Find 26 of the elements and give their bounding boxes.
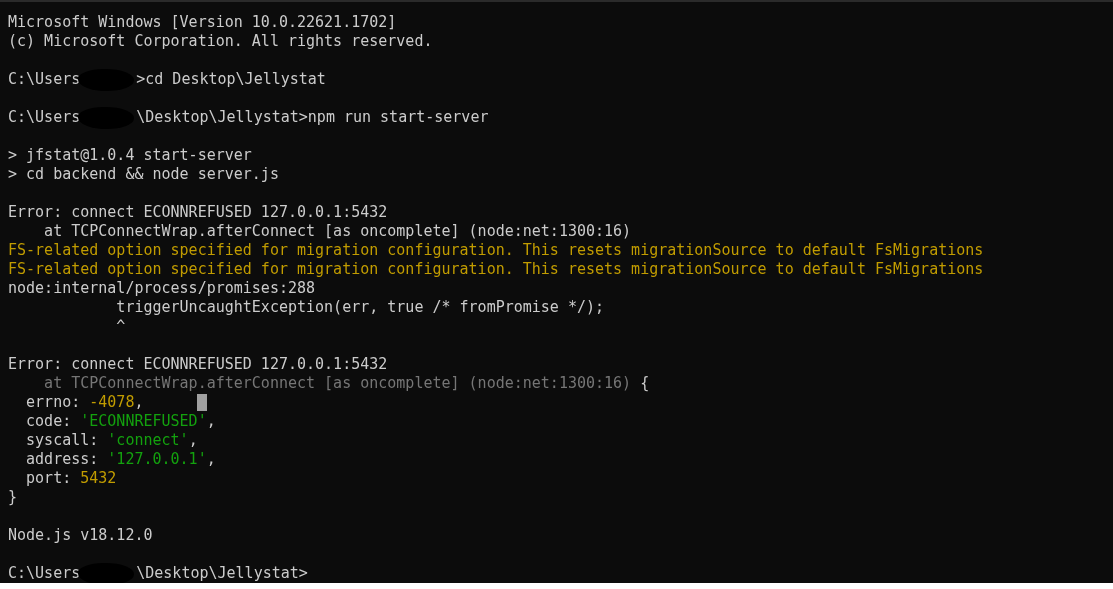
terminal-line: Error: connect ECONNREFUSED 127.0.0.1:5432 xyxy=(8,355,388,374)
terminal-line: port: 5432 xyxy=(25,469,117,488)
terminal-line: Microsoft Windows [Version 10.0.22621.1702] xyxy=(8,13,397,32)
terminal-line: } xyxy=(8,488,18,507)
terminal-text: C:\Users xyxy=(8,108,81,127)
terminal-line: Node.js v18.12.0 xyxy=(8,526,153,545)
terminal-line: errno: -4078, xyxy=(25,393,144,412)
terminal-text: \Desktop\Jellystat>npm run start-server xyxy=(136,108,489,127)
terminal-line: at TCPConnectWrap.afterConnect [as oncomplete] (node:net:1300:16) xyxy=(43,222,632,241)
terminal-line: (c) Microsoft Corporation. All rights reserved. xyxy=(8,32,433,51)
terminal-line: > jfstat@1.0.4 start-server xyxy=(8,146,252,165)
terminal-line: FS-related option specified for migration configuration. This resets migrationSource to default FsMigrations xyxy=(8,241,984,260)
terminal-text: >cd Desktop\Jellystat xyxy=(136,70,326,89)
terminal-line: node:internal/process/promises:288 xyxy=(8,279,316,298)
terminal-line: > cd backend && node server.js xyxy=(8,165,279,184)
terminal-text: \Desktop\Jellystat> xyxy=(136,564,308,583)
terminal-line: code: 'ECONNREFUSED', xyxy=(25,412,216,431)
terminal-line: syscall: 'connect', xyxy=(25,431,198,450)
terminal-line: ^ xyxy=(115,317,126,336)
terminal-line: at TCPConnectWrap.afterConnect [as oncomplete] (node:net:1300:16) { xyxy=(43,374,650,393)
terminal-line: Error: connect ECONNREFUSED 127.0.0.1:5432 xyxy=(8,203,388,222)
terminal-line: FS-related option specified for migration configuration. This resets migrationSource to default FsMigrations xyxy=(8,260,984,279)
terminal-text: C:\Users xyxy=(8,564,81,583)
terminal-line: address: '127.0.0.1', xyxy=(25,450,216,469)
terminal-line: triggerUncaughtException(err, true /* fromPromise */); xyxy=(115,298,605,317)
terminal-text: C:\Users xyxy=(8,70,81,89)
